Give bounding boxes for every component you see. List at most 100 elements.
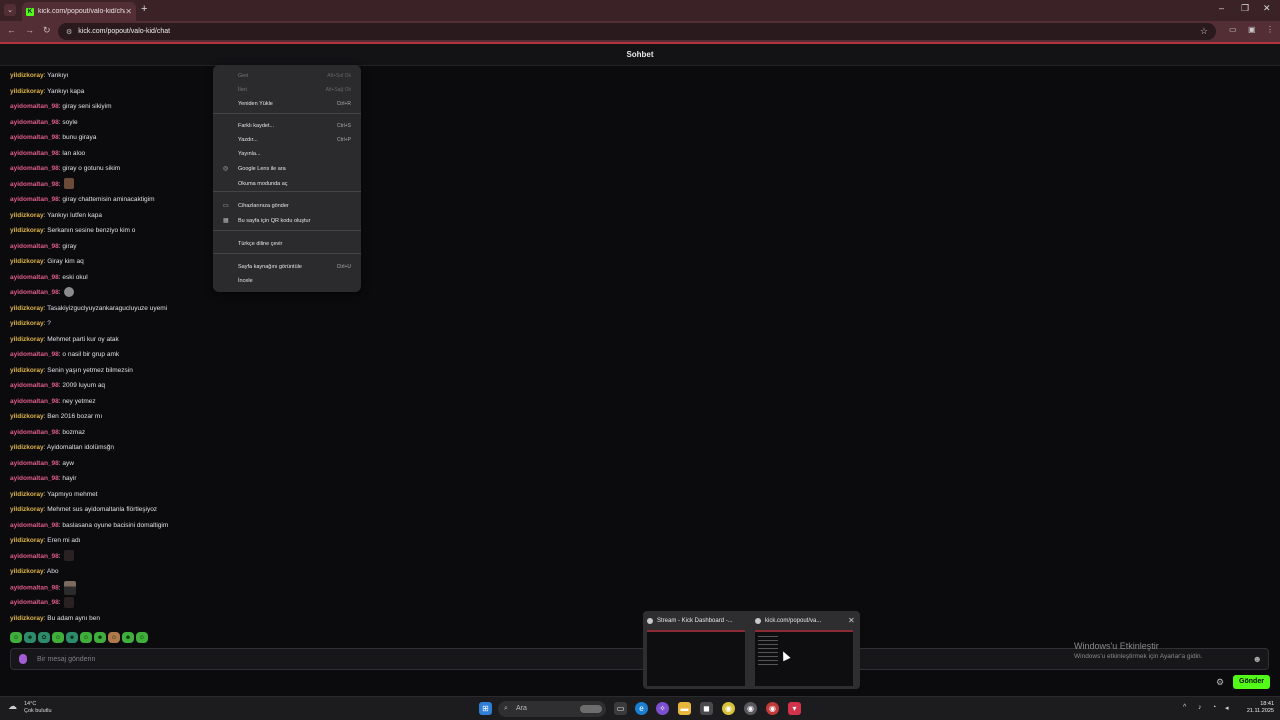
emote-button[interactable]: ☺ <box>80 632 92 643</box>
chat-username[interactable]: yildizkoray <box>10 444 44 451</box>
chat-username[interactable]: ayidomaltan_98 <box>10 553 59 560</box>
reload-icon[interactable]: ↻ <box>43 25 51 36</box>
copilot-icon[interactable]: ✧ <box>656 702 669 715</box>
chat-username[interactable]: yildizkoray <box>10 227 44 234</box>
context-menu-item[interactable]: ▭ Cihazlarınıza gönder <box>213 199 361 213</box>
chat-username[interactable]: ayidomaltan_98 <box>10 289 59 296</box>
emote-button[interactable]: ☺ <box>108 632 120 643</box>
emote-button[interactable]: ☺ <box>10 632 22 643</box>
system-clock[interactable]: 18:41 21.11.2025 <box>1240 701 1274 715</box>
chrome-icon[interactable]: ◉ <box>722 702 735 715</box>
context-menu-item[interactable]: Yazdır... Ctrl+P <box>213 133 361 147</box>
task-view-icon[interactable]: ▭ <box>614 702 627 715</box>
chat-username[interactable]: ayidomaltan_98 <box>10 599 59 606</box>
tray-chevron-icon[interactable]: ^ <box>1183 704 1186 711</box>
chat-username[interactable]: yildizkoray <box>10 88 44 95</box>
context-menu-item[interactable]: Yayınla... <box>213 147 361 161</box>
emote-button[interactable]: ☻ <box>94 632 106 643</box>
context-menu-item[interactable]: ▦ Bu sayfa için QR kodu oluştur <box>213 214 361 228</box>
chat-username[interactable]: yildizkoray <box>10 212 44 219</box>
chat-username[interactable]: yildizkoray <box>10 506 44 513</box>
edge-icon[interactable]: e <box>635 702 648 715</box>
extensions-icon[interactable]: ▭ <box>1229 25 1237 34</box>
context-menu-item[interactable]: Geri Alt+Sol Ok <box>213 69 361 83</box>
context-menu-item[interactable]: Türkçe diline çevir <box>213 237 361 251</box>
window-thumbnail[interactable]: kick.com/popout/va... <box>753 615 855 687</box>
emoji-picker-icon[interactable]: ☻ <box>1253 654 1262 664</box>
forward-icon[interactable]: → <box>25 25 34 35</box>
chat-username[interactable]: ayidomaltan_98 <box>10 150 59 157</box>
chat-username[interactable]: ayidomaltan_98 <box>10 351 59 358</box>
new-tab-button[interactable]: + <box>141 3 147 15</box>
chat-username[interactable]: ayidomaltan_98 <box>10 196 59 203</box>
window-thumbnail[interactable]: Stream - Kick Dashboard -... <box>645 615 747 687</box>
chat-username[interactable]: yildizkoray <box>10 491 44 498</box>
emote-button[interactable]: ☻ <box>122 632 134 643</box>
chat-username[interactable]: ayidomaltan_98 <box>10 103 59 110</box>
chat-separator: : <box>43 444 46 451</box>
chat-username[interactable]: ayidomaltan_98 <box>10 584 59 591</box>
chrome-active-icon[interactable]: ◉ <box>744 702 757 715</box>
taskbar-search[interactable]: ⌕ Ara <box>498 701 606 717</box>
minimize-button[interactable]: – <box>1219 3 1224 13</box>
emote-button[interactable]: ✿ <box>38 632 50 643</box>
chrome-profile-icon[interactable]: ◉ <box>766 702 779 715</box>
context-menu-item[interactable]: Farklı kaydet... Ctrl+S <box>213 119 361 133</box>
emote-button[interactable]: ☻ <box>66 632 78 643</box>
chat-username[interactable]: ayidomaltan_98 <box>10 522 59 529</box>
weather-widget[interactable]: ☁ 14°C Çok bulutlu <box>8 701 52 715</box>
profile-icon[interactable]: ▣ <box>1248 25 1256 34</box>
volume-icon[interactable]: ◂ <box>1225 704 1229 712</box>
emote-button[interactable]: ☺ <box>52 632 64 643</box>
tab-close-icon[interactable]: ✕ <box>125 7 132 16</box>
file-explorer-icon[interactable]: ▬ <box>678 702 691 715</box>
thumbnail-close-icon[interactable]: ✕ <box>848 616 855 625</box>
context-menu-item[interactable]: İncele <box>213 274 361 288</box>
chat-username[interactable]: ayidomaltan_98 <box>10 274 59 281</box>
chat-username[interactable]: ayidomaltan_98 <box>10 460 59 467</box>
chat-username[interactable]: ayidomaltan_98 <box>10 181 59 188</box>
browser-tab[interactable]: K kick.com/popout/valo-kid/chat ✕ <box>22 2 136 21</box>
network-icon[interactable]: ◔ <box>1212 704 1216 711</box>
chat-username[interactable]: ayidomaltan_98 <box>10 429 59 436</box>
chat-username[interactable]: yildizkoray <box>10 413 44 420</box>
chat-username[interactable]: ayidomaltan_98 <box>10 119 59 126</box>
send-button[interactable]: Gönder <box>1233 675 1270 689</box>
chat-username[interactable]: ayidomaltan_98 <box>10 475 59 482</box>
chat-username[interactable]: yildizkoray <box>10 305 44 312</box>
menu-icon[interactable]: ⋮ <box>1266 25 1274 34</box>
app-red-icon[interactable]: ▾ <box>788 702 801 715</box>
bookmark-star-icon[interactable]: ☆ <box>1200 26 1208 37</box>
microphone-icon[interactable] <box>19 654 27 664</box>
chat-username[interactable]: yildizkoray <box>10 537 44 544</box>
context-menu-item[interactable]: Sayfa kaynağını görüntüle Ctrl+U <box>213 260 361 274</box>
chat-username[interactable]: yildizkoray <box>10 367 44 374</box>
chat-username[interactable]: yildizkoray <box>10 336 44 343</box>
chat-username[interactable]: ayidomaltan_98 <box>10 134 59 141</box>
chat-settings-gear-icon[interactable]: ⚙ <box>1216 677 1224 688</box>
emote-button[interactable]: ☺ <box>136 632 148 643</box>
close-window-button[interactable]: ✕ <box>1263 3 1271 14</box>
chat-username[interactable]: yildizkoray <box>10 320 44 327</box>
chat-username[interactable]: ayidomaltan_98 <box>10 243 59 250</box>
address-bar[interactable]: ⚙ kick.com/popout/valo-kid/chat ☆ <box>58 23 1216 40</box>
context-menu-item[interactable]: ◎ Google Lens ile ara <box>213 162 361 176</box>
back-icon[interactable]: ← <box>7 25 16 35</box>
start-icon[interactable]: ⊞ <box>479 702 492 715</box>
chat-username[interactable]: yildizkoray <box>10 72 44 79</box>
chat-username[interactable]: ayidomaltan_98 <box>10 398 59 405</box>
context-menu-item[interactable]: Okuma modunda aç <box>213 177 361 191</box>
site-info-icon[interactable]: ⚙ <box>66 28 72 36</box>
emote-button[interactable]: ☻ <box>24 632 36 643</box>
chat-username[interactable]: ayidomaltan_98 <box>10 382 59 389</box>
maximize-button[interactable]: ❐ <box>1241 3 1249 14</box>
tab-search-button[interactable]: ⌄ <box>4 4 16 16</box>
microphone-tray-icon[interactable]: ♪ <box>1198 704 1202 711</box>
chat-username[interactable]: yildizkoray <box>10 258 44 265</box>
context-menu-item[interactable]: İleri Alt+Sağ Ok <box>213 83 361 97</box>
chat-username[interactable]: yildizkoray <box>10 615 44 622</box>
store-icon[interactable]: ◼ <box>700 702 713 715</box>
chat-username[interactable]: yildizkoray <box>10 568 44 575</box>
context-menu-item[interactable]: Yeniden Yükle Ctrl+R <box>213 97 361 111</box>
chat-username[interactable]: ayidomaltan_98 <box>10 165 59 172</box>
